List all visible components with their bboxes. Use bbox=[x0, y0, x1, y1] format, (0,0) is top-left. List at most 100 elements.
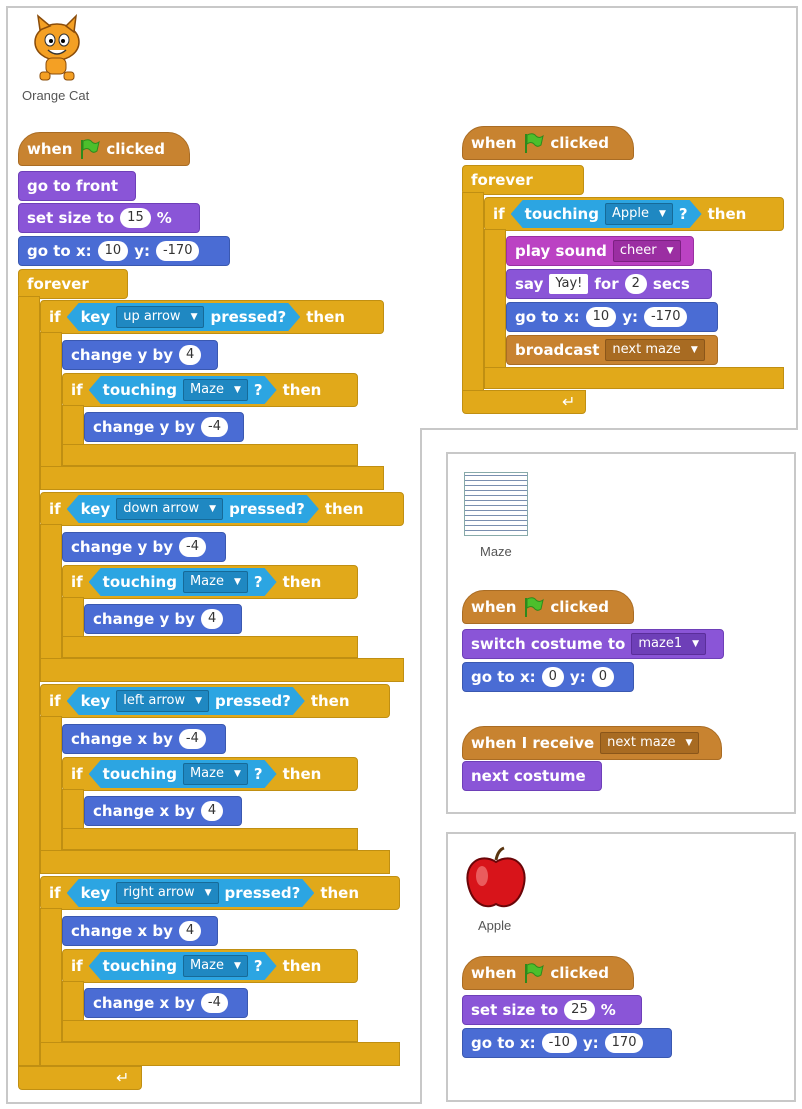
change-input[interactable]: -4 bbox=[201, 417, 228, 437]
switch-costume-label: switch costume to bbox=[471, 635, 626, 653]
if-touching-apple-block[interactable]: if touching Apple ▼? then bbox=[484, 197, 784, 231]
key-value: down arrow bbox=[123, 501, 200, 516]
key-pressed-condition[interactable]: key left arrow ▼ pressed? bbox=[67, 687, 305, 715]
change-input[interactable]: 4 bbox=[200, 801, 224, 821]
if-key-block[interactable]: if key up arrow ▼ pressed? then bbox=[40, 300, 384, 334]
if-key-block[interactable]: if key left arrow ▼ pressed? then bbox=[40, 684, 390, 718]
change-label: change y by bbox=[71, 346, 174, 364]
change-x-block[interactable]: change x by -4 bbox=[84, 988, 248, 1018]
touch-dropdown[interactable]: Maze ▼ bbox=[183, 379, 248, 401]
touch-dropdown[interactable]: Maze ▼ bbox=[183, 763, 248, 785]
change-x-block[interactable]: change x by 4 bbox=[84, 796, 242, 826]
change-input[interactable]: -4 bbox=[200, 993, 228, 1013]
x-input[interactable]: 10 bbox=[585, 307, 617, 327]
secs-input[interactable]: 2 bbox=[624, 274, 647, 294]
change-y-block[interactable]: change y by -4 bbox=[84, 412, 244, 442]
apple-go-to-xy-block[interactable]: go to x: -10 y: 170 bbox=[462, 1028, 672, 1058]
if-touching-block[interactable]: if touching Maze ▼? then bbox=[62, 565, 358, 599]
say-block[interactable]: say Yay! for 2 secs bbox=[506, 269, 712, 299]
if-touching-block[interactable]: if touching Maze ▼? then bbox=[62, 373, 358, 407]
touching-condition[interactable]: touching Maze ▼? bbox=[89, 760, 277, 788]
if-foot bbox=[40, 466, 384, 490]
when-i-receive-block[interactable]: when I receive next maze ▼ bbox=[462, 726, 722, 760]
change-y-block[interactable]: change y by -4 bbox=[62, 532, 226, 562]
x-input[interactable]: 10 bbox=[97, 241, 129, 261]
if-touching-block[interactable]: if touching Maze ▼? then bbox=[62, 757, 358, 791]
go-to-front-block[interactable]: go to front bbox=[18, 171, 136, 201]
touching-condition[interactable]: touching Apple ▼? bbox=[511, 200, 702, 228]
when-flag-clicked-block[interactable]: when clicked bbox=[18, 132, 190, 166]
say-text-input[interactable]: Yay! bbox=[549, 274, 589, 294]
change-input[interactable]: -4 bbox=[179, 537, 206, 557]
y-label: y: bbox=[569, 668, 586, 686]
key-dropdown[interactable]: down arrow ▼ bbox=[116, 498, 223, 520]
touch-dropdown[interactable]: Apple ▼ bbox=[605, 203, 673, 225]
x-input[interactable]: -10 bbox=[541, 1033, 577, 1053]
if-arm bbox=[40, 524, 62, 660]
set-size-block[interactable]: set size to 15 % bbox=[18, 203, 200, 233]
size-input[interactable]: 15 bbox=[120, 208, 151, 228]
if-label: if bbox=[71, 381, 83, 399]
change-input[interactable]: 4 bbox=[178, 921, 202, 941]
key-label: key bbox=[80, 308, 111, 326]
maze-go-to-xy-block[interactable]: go to x: 0 y: 0 bbox=[462, 662, 634, 692]
question-label: ? bbox=[678, 205, 688, 223]
touching-condition[interactable]: touching Maze ▼? bbox=[89, 376, 277, 404]
if-label: if bbox=[49, 692, 61, 710]
key-dropdown[interactable]: up arrow ▼ bbox=[116, 306, 204, 328]
if-key-block[interactable]: if key down arrow ▼ pressed? then bbox=[40, 492, 404, 526]
costume-dropdown[interactable]: maze1 ▼ bbox=[631, 633, 707, 655]
key-pressed-condition[interactable]: key right arrow ▼ pressed? bbox=[67, 879, 315, 907]
if-apple-arm bbox=[484, 229, 506, 369]
key-dropdown[interactable]: right arrow ▼ bbox=[116, 882, 218, 904]
change-label: change y by bbox=[71, 538, 174, 556]
key-pressed-condition[interactable]: key down arrow ▼ pressed? bbox=[67, 495, 319, 523]
touch-dropdown[interactable]: Maze ▼ bbox=[183, 955, 248, 977]
go-to-xy-block-2[interactable]: go to x: 10 y: -170 bbox=[506, 302, 718, 332]
broadcast-block[interactable]: broadcast next maze ▼ bbox=[506, 335, 718, 365]
change-x-block[interactable]: change x by 4 bbox=[62, 916, 218, 946]
forever-label: forever bbox=[27, 275, 89, 293]
touching-condition[interactable]: touching Maze ▼? bbox=[89, 568, 277, 596]
maze-when-flag-block[interactable]: when clicked bbox=[462, 590, 634, 624]
message-dropdown[interactable]: next maze ▼ bbox=[605, 339, 705, 361]
play-sound-label: play sound bbox=[515, 242, 607, 260]
forever-block-2[interactable]: forever bbox=[462, 165, 584, 195]
y-input[interactable]: 0 bbox=[591, 667, 614, 687]
touching-label: touching bbox=[102, 957, 177, 975]
sound-value: cheer bbox=[619, 243, 657, 258]
when-flag-clicked-block-2[interactable]: when clicked bbox=[462, 126, 634, 160]
if-touching-block[interactable]: if touching Maze ▼? then bbox=[62, 949, 358, 983]
touching-condition[interactable]: touching Maze ▼? bbox=[89, 952, 277, 980]
y-input[interactable]: 170 bbox=[604, 1033, 644, 1053]
apple-when-flag-block[interactable]: when clicked bbox=[462, 956, 634, 990]
size-input[interactable]: 25 bbox=[564, 1000, 595, 1020]
change-x-block[interactable]: change x by -4 bbox=[62, 724, 226, 754]
forever-block[interactable]: forever bbox=[18, 269, 128, 299]
then-label: then bbox=[320, 884, 360, 902]
x-input[interactable]: 0 bbox=[541, 667, 564, 687]
if-label: if bbox=[49, 884, 61, 902]
dropdown-arrow-icon: ▼ bbox=[690, 345, 698, 355]
change-y-block[interactable]: change y by 4 bbox=[62, 340, 218, 370]
change-input[interactable]: 4 bbox=[179, 345, 202, 365]
y-input[interactable]: -170 bbox=[155, 241, 200, 261]
y-input[interactable]: -170 bbox=[643, 307, 688, 327]
inner-if-foot bbox=[62, 828, 358, 850]
key-label: key bbox=[80, 500, 111, 518]
touch-dropdown[interactable]: Maze ▼ bbox=[183, 571, 248, 593]
change-input[interactable]: -4 bbox=[178, 729, 206, 749]
key-dropdown[interactable]: left arrow ▼ bbox=[116, 690, 209, 712]
apple-set-size-block[interactable]: set size to 25 % bbox=[462, 995, 642, 1025]
receive-dropdown[interactable]: next maze ▼ bbox=[600, 732, 700, 754]
key-pressed-condition[interactable]: key up arrow ▼ pressed? bbox=[67, 303, 301, 331]
change-y-block[interactable]: change y by 4 bbox=[84, 604, 242, 634]
go-to-xy-block[interactable]: go to x: 10 y: -170 bbox=[18, 236, 230, 266]
change-input[interactable]: 4 bbox=[201, 609, 224, 629]
sound-dropdown[interactable]: cheer ▼ bbox=[612, 240, 681, 262]
go-to-x-label: go to x: bbox=[471, 1034, 536, 1052]
switch-costume-block[interactable]: switch costume to maze1 ▼ bbox=[462, 629, 724, 659]
play-sound-block[interactable]: play sound cheer ▼ bbox=[506, 236, 694, 266]
if-key-block[interactable]: if key right arrow ▼ pressed? then bbox=[40, 876, 400, 910]
next-costume-block[interactable]: next costume bbox=[462, 761, 602, 791]
